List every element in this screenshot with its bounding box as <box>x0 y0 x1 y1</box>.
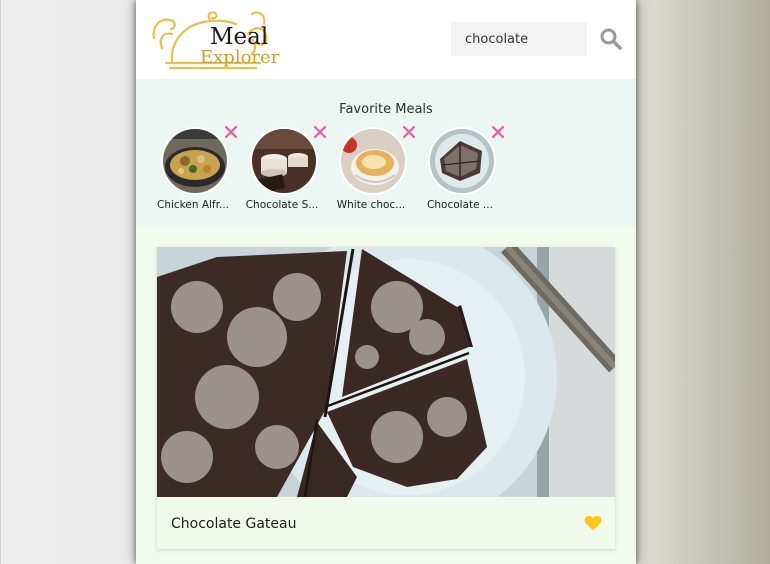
close-icon <box>402 125 416 139</box>
logo[interactable]: Meal Explorer <box>152 4 280 72</box>
meal-card[interactable]: Chocolate Gateau <box>157 247 615 549</box>
favorite-meal-image[interactable] <box>161 127 229 195</box>
favorite-meal-label: White choc... <box>336 199 406 211</box>
favorite-meal-label: Chocolate S... <box>245 199 319 211</box>
remove-favorite-button[interactable] <box>224 124 238 139</box>
logo-text-explorer: Explorer <box>200 47 280 68</box>
meal-image[interactable] <box>157 247 615 497</box>
favorite-meal-label: Chicken Alfr... <box>157 199 229 211</box>
search-button[interactable] <box>599 27 623 51</box>
meal-name: Chocolate Gateau <box>171 516 297 532</box>
close-icon <box>224 125 238 139</box>
logo-text-meal: Meal <box>210 24 269 50</box>
close-icon <box>491 125 505 139</box>
favorites-title: Favorite Meals <box>339 102 433 117</box>
favorite-meal-image[interactable] <box>250 127 318 195</box>
remove-favorite-button[interactable] <box>402 124 416 139</box>
close-icon <box>313 125 327 139</box>
favorite-meal-image[interactable] <box>339 127 407 195</box>
favorite-toggle-button[interactable] <box>584 515 602 531</box>
favorites-panel: Favorite Meals Chicken Alfr... Chocolate… <box>136 79 636 228</box>
favorite-meal-item[interactable]: White choc... <box>331 125 416 217</box>
remove-favorite-button[interactable] <box>491 124 505 139</box>
magnifier-icon <box>600 28 622 50</box>
heart-icon <box>584 515 602 531</box>
window-edge <box>0 0 1 564</box>
favorite-meal-item[interactable]: Chocolate ... <box>420 125 505 217</box>
favorite-meal-label: Chocolate ... <box>427 199 493 211</box>
header: Meal Explorer <box>136 0 636 79</box>
favorite-meal-item[interactable]: Chicken Alfr... <box>153 125 238 217</box>
remove-favorite-button[interactable] <box>313 124 327 139</box>
search-input[interactable] <box>451 22 587 56</box>
app-container: Meal Explorer Favorite Meals <box>136 0 636 564</box>
favorite-meal-image[interactable] <box>428 127 496 195</box>
favorite-meal-item[interactable]: Chocolate S... <box>242 125 327 217</box>
